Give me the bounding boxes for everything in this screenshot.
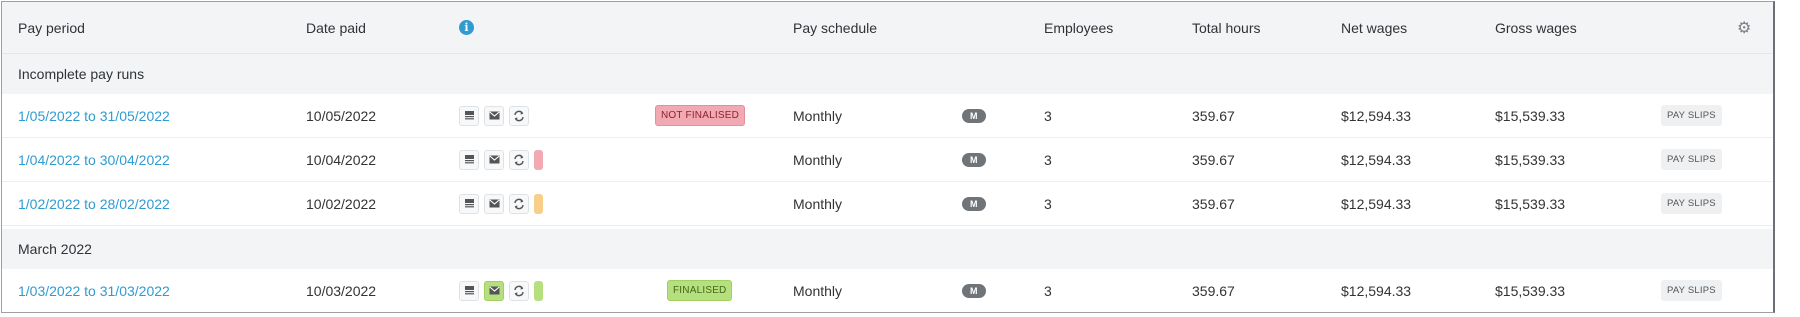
info-icon[interactable]: i xyxy=(459,20,474,35)
pay-schedule: Monthly xyxy=(793,282,843,299)
gross-wages: $15,539.33 xyxy=(1495,107,1566,124)
group-label: Incomplete pay runs xyxy=(18,66,145,82)
net-wages: $12,594.33 xyxy=(1341,195,1412,212)
pay-slips-button[interactable]: PAY SLIPS xyxy=(1661,193,1722,214)
group-header: March 2022 xyxy=(2,229,1773,269)
date-paid: 10/03/2022 xyxy=(306,282,377,299)
email-icon[interactable] xyxy=(484,105,504,126)
sync-icon[interactable] xyxy=(509,149,529,170)
schedule-badge: M xyxy=(962,196,986,211)
total-hours: 359.67 xyxy=(1192,151,1235,168)
table-header: Pay period Date paid i Pay schedule Empl… xyxy=(2,2,1773,54)
sync-icon[interactable] xyxy=(509,193,529,214)
header-settings[interactable]: ⚙ xyxy=(1737,2,1751,53)
pay-schedule: Monthly xyxy=(793,151,843,168)
row-actions xyxy=(459,182,543,225)
row-actions xyxy=(459,94,534,137)
schedule-badge: M xyxy=(962,108,986,123)
gross-wages: $15,539.33 xyxy=(1495,282,1566,299)
date-paid: 10/05/2022 xyxy=(306,107,377,124)
table-row[interactable]: 1/05/2022 to 31/05/2022 10/05/2022 NOT F… xyxy=(2,94,1773,138)
gross-wages: $15,539.33 xyxy=(1495,151,1566,168)
sync-icon[interactable] xyxy=(509,280,529,301)
header-pay-period[interactable]: Pay period xyxy=(18,2,85,53)
employees-count: 3 xyxy=(1044,195,1052,212)
pay-runs-table: Pay period Date paid i Pay schedule Empl… xyxy=(1,1,1775,313)
pay-period-link[interactable]: 1/04/2022 to 30/04/2022 xyxy=(18,138,170,181)
total-hours: 359.67 xyxy=(1192,195,1235,212)
header-net-wages[interactable]: Net wages xyxy=(1341,2,1407,53)
employees-count: 3 xyxy=(1044,151,1052,168)
gross-wages: $15,539.33 xyxy=(1495,195,1566,212)
group-header: Incomplete pay runs xyxy=(2,54,1773,94)
header-info[interactable]: i xyxy=(459,2,474,53)
row-actions xyxy=(459,138,543,181)
status-badge: FINALISED xyxy=(667,280,733,301)
header-gross-wages[interactable]: Gross wages xyxy=(1495,2,1577,53)
status-flag xyxy=(534,149,543,170)
date-paid: 10/02/2022 xyxy=(306,195,377,212)
pay-slips-button[interactable]: PAY SLIPS xyxy=(1661,149,1722,170)
header-date-paid[interactable]: Date paid xyxy=(306,2,366,53)
total-hours: 359.67 xyxy=(1192,282,1235,299)
email-icon[interactable] xyxy=(484,280,504,301)
payslip-icon[interactable] xyxy=(459,149,479,170)
net-wages: $12,594.33 xyxy=(1341,282,1412,299)
payslip-icon[interactable] xyxy=(459,193,479,214)
payslip-icon[interactable] xyxy=(459,280,479,301)
schedule-badge: M xyxy=(962,152,986,167)
pay-period-link[interactable]: 1/05/2022 to 31/05/2022 xyxy=(18,94,170,137)
pay-slips-button[interactable]: PAY SLIPS xyxy=(1661,105,1722,126)
employees-count: 3 xyxy=(1044,282,1052,299)
header-pay-schedule[interactable]: Pay schedule xyxy=(793,2,877,53)
payslip-icon[interactable] xyxy=(459,105,479,126)
net-wages: $12,594.33 xyxy=(1341,151,1412,168)
sync-icon[interactable] xyxy=(509,105,529,126)
email-icon[interactable] xyxy=(484,149,504,170)
email-icon[interactable] xyxy=(484,193,504,214)
status-flag xyxy=(534,193,543,214)
pay-slips-button[interactable]: PAY SLIPS xyxy=(1661,280,1722,301)
pay-schedule: Monthly xyxy=(793,107,843,124)
table-row[interactable]: 1/03/2022 to 31/03/2022 10/03/2022 FINAL… xyxy=(2,269,1773,312)
employees-count: 3 xyxy=(1044,107,1052,124)
header-employees[interactable]: Employees xyxy=(1044,2,1113,53)
total-hours: 359.67 xyxy=(1192,107,1235,124)
pay-period-link[interactable]: 1/02/2022 to 28/02/2022 xyxy=(18,182,170,225)
table-row[interactable]: 1/02/2022 to 28/02/2022 10/02/2022 Month… xyxy=(2,182,1773,226)
gear-icon[interactable]: ⚙ xyxy=(1737,18,1751,38)
schedule-badge: M xyxy=(962,283,986,298)
group-label: March 2022 xyxy=(18,241,92,257)
row-actions xyxy=(459,269,543,312)
status-badge: NOT FINALISED xyxy=(655,105,745,126)
date-paid: 10/04/2022 xyxy=(306,151,377,168)
pay-period-link[interactable]: 1/03/2022 to 31/03/2022 xyxy=(18,269,170,312)
table-row[interactable]: 1/04/2022 to 30/04/2022 10/04/2022 Month… xyxy=(2,138,1773,182)
header-total-hours[interactable]: Total hours xyxy=(1192,2,1260,53)
status-flag xyxy=(534,280,543,301)
pay-schedule: Monthly xyxy=(793,195,843,212)
net-wages: $12,594.33 xyxy=(1341,107,1412,124)
